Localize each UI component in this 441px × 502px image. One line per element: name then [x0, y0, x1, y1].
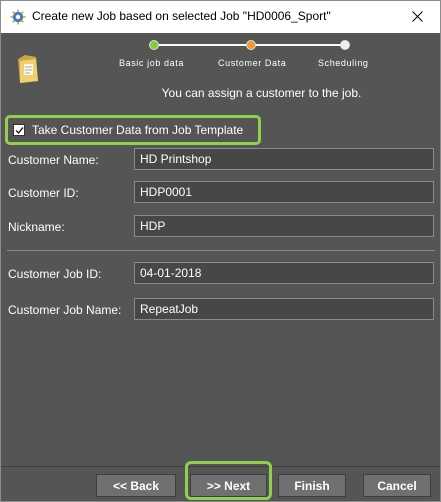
close-icon [411, 11, 423, 22]
customer-job-id-input[interactable] [134, 262, 434, 284]
close-button[interactable] [394, 1, 440, 32]
window-title: Create new Job based on selected Job "HD… [32, 9, 331, 23]
template-checkbox-label[interactable]: Take Customer Data from Job Template [32, 123, 243, 137]
title-bar: Create new Job based on selected Job "HD… [1, 1, 440, 33]
customer-job-id-label: Customer Job ID: [8, 267, 102, 281]
back-button[interactable]: << Back [96, 474, 176, 497]
step-dot-customer-data [246, 40, 256, 50]
step-label-customer-data: Customer Data [218, 58, 287, 68]
customer-name-label: Customer Name: [8, 153, 99, 167]
step-dot-basic-job-data [149, 40, 159, 50]
customer-id-label: Customer ID: [8, 186, 79, 200]
cancel-button[interactable]: Cancel [363, 474, 431, 497]
step-connector [254, 44, 349, 46]
section-divider [7, 250, 435, 251]
info-message: You can assign a customer to the job. [161, 86, 362, 100]
step-connector [154, 44, 249, 46]
template-checkbox-row[interactable]: Take Customer Data from Job Template [5, 115, 261, 145]
finish-button[interactable]: Finish [278, 474, 346, 497]
checkmark-icon [15, 127, 24, 135]
nickname-label: Nickname: [8, 220, 65, 234]
customer-job-name-input[interactable] [134, 298, 434, 320]
next-button[interactable]: >> Next [190, 474, 267, 497]
job-folder-icon [16, 53, 40, 85]
step-label-basic-job-data: Basic job data [119, 58, 184, 68]
step-dot-scheduling [340, 40, 350, 50]
nickname-input[interactable] [134, 215, 434, 237]
customer-job-name-label: Customer Job Name: [8, 303, 122, 317]
dialog-window: Create new Job based on selected Job "HD… [0, 0, 441, 502]
customer-name-input[interactable] [134, 148, 434, 170]
template-checkbox[interactable] [13, 124, 25, 136]
customer-id-input[interactable] [134, 181, 434, 203]
wizard-steps: Basic job data Customer Data Scheduling [111, 37, 391, 71]
app-icon [10, 9, 26, 25]
step-label-scheduling: Scheduling [318, 58, 369, 68]
